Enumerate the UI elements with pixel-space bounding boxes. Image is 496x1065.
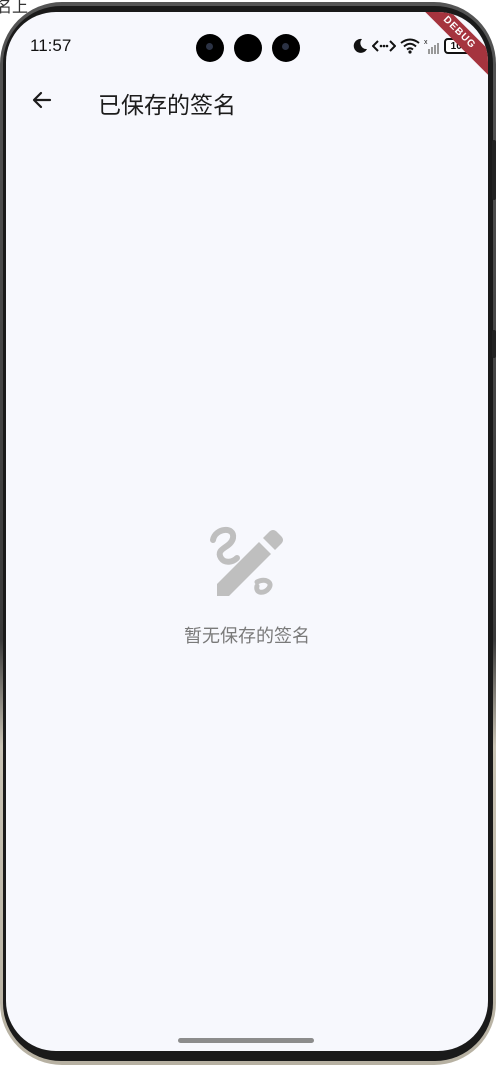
empty-state: 暂无保存的签名 <box>6 522 488 648</box>
back-button[interactable] <box>26 86 58 114</box>
camera-lens-icon <box>196 34 224 62</box>
svg-text:x: x <box>424 39 428 46</box>
signature-icon <box>210 527 283 596</box>
empty-state-message: 暂无保存的签名 <box>184 626 310 647</box>
status-time: 11:57 <box>30 36 72 55</box>
power-button <box>492 330 496 358</box>
volume-button <box>492 140 496 200</box>
camera-lens-icon <box>272 34 300 62</box>
home-indicator[interactable] <box>178 1038 314 1043</box>
phone-screen: 11:57 x DEBUG 已保存的签名 暂无保存的签名 <box>6 12 488 1051</box>
moon-icon <box>353 38 367 53</box>
arrow-left-icon <box>32 91 52 109</box>
status-bar: 11:57 x DEBUG <box>6 12 488 79</box>
signal-icon: x <box>424 39 439 54</box>
camera-sensor-icon <box>234 34 262 62</box>
page-title: 已保存的签名 <box>98 93 236 119</box>
app-bar: 已保存的签名 <box>6 76 488 124</box>
data-transfer-icon <box>372 40 396 52</box>
wifi-icon <box>400 38 420 54</box>
